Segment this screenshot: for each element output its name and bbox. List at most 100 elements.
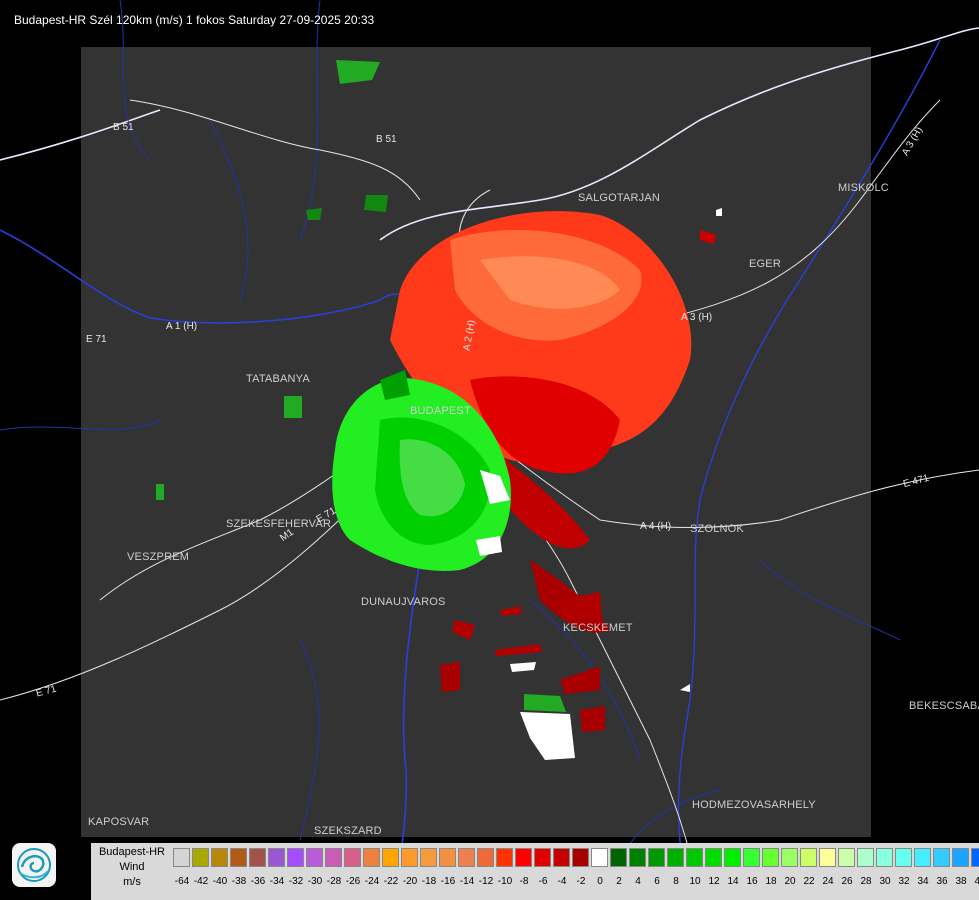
velocity-legend: Budapest-HR Wind m/s -64 -42 -40 -38 -36 -34-… [91, 843, 979, 900]
city-label: SALGOTARJAN [578, 192, 661, 204]
legend-tick-label: -26 [345, 876, 361, 887]
legend-swatch [572, 848, 589, 867]
legend-swatch [591, 848, 608, 867]
legend-tick-label: -8 [519, 876, 529, 887]
legend-swatch [686, 848, 703, 867]
legend-tick-label: 40 [974, 876, 979, 887]
legend-swatch [648, 848, 665, 867]
legend-swatch [667, 848, 684, 867]
city-label: SZEKESFEHERVAR [226, 518, 332, 530]
legend-swatch [420, 848, 437, 867]
legend-tick-label: 2 [616, 876, 622, 887]
legend-tick-label: 18 [765, 876, 777, 887]
city-label: HODMEZOVASARHELY [692, 799, 816, 811]
legend-tick-label: -28 [326, 876, 342, 887]
legend-tick-label: -36 [250, 876, 266, 887]
legend-tick-label: -22 [383, 876, 399, 887]
legend-swatch [249, 848, 266, 867]
legend-unit: m/s [123, 876, 141, 888]
road-label: A 1 (H) [166, 321, 198, 332]
legend-tick-label: 6 [654, 876, 660, 887]
legend-tick-label: 28 [860, 876, 872, 887]
legend-tick-label: -38 [231, 876, 247, 887]
legend-swatch [173, 848, 190, 867]
road-label: B 51 [376, 134, 397, 145]
swirl-icon [17, 848, 51, 882]
legend-tick-label: -18 [421, 876, 437, 887]
legend-tick-label: 26 [841, 876, 853, 887]
legend-swatch [192, 848, 209, 867]
legend-tick-label: 34 [917, 876, 929, 887]
legend-tick-label: 8 [673, 876, 679, 887]
legend-tick-label: -24 [364, 876, 380, 887]
legend-swatch [477, 848, 494, 867]
legend-swatch [762, 848, 779, 867]
legend-swatch [287, 848, 304, 867]
city-label: VESZPREM [127, 551, 190, 563]
legend-swatch [458, 848, 475, 867]
legend-tick-label: 24 [822, 876, 834, 887]
legend-tick-label: -10 [497, 876, 513, 887]
legend-swatch [705, 848, 722, 867]
legend-swatch [306, 848, 323, 867]
legend-swatch [382, 848, 399, 867]
legend-swatch [876, 848, 893, 867]
legend-swatch [933, 848, 950, 867]
legend-tick-label: 22 [803, 876, 815, 887]
legend-swatch [895, 848, 912, 867]
legend-tick-label: 38 [955, 876, 967, 887]
legend-swatch [724, 848, 741, 867]
city-label: KAPOSVAR [88, 816, 150, 828]
legend-swatch [800, 848, 817, 867]
legend-swatch [553, 848, 570, 867]
city-label: TATABANYA [246, 373, 310, 385]
legend-tick-label: 12 [708, 876, 720, 887]
city-label: EGER [749, 258, 781, 270]
met-service-logo [12, 843, 56, 887]
legend-title: Budapest-HR Wind m/s [91, 845, 173, 890]
legend-tick-label: 16 [746, 876, 758, 887]
legend-swatch [819, 848, 836, 867]
legend-tick-label: 4 [635, 876, 641, 887]
legend-tick-label: 10 [689, 876, 701, 887]
legend-tick-label: 30 [879, 876, 891, 887]
legend-tick-label: -2 [576, 876, 586, 887]
road-label: A 3 (H) [681, 312, 713, 323]
legend-swatch [914, 848, 931, 867]
legend-swatches [173, 848, 979, 867]
legend-quantity: Wind [119, 861, 145, 873]
legend-swatch [496, 848, 513, 867]
legend-tick-label: -16 [440, 876, 456, 887]
legend-tick-label: -6 [538, 876, 548, 887]
legend-swatch [439, 848, 456, 867]
city-label: KECSKEMET [563, 622, 633, 634]
legend-swatch [952, 848, 969, 867]
legend-swatch [515, 848, 532, 867]
legend-swatch [534, 848, 551, 867]
road-label: B 51 [113, 122, 134, 133]
legend-tick-label: -4 [557, 876, 567, 887]
legend-tick-label: -32 [288, 876, 304, 887]
legend-tick-label: 20 [784, 876, 796, 887]
legend-swatch [743, 848, 760, 867]
legend-tick-label: 14 [727, 876, 739, 887]
legend-tick-label: -42 [193, 876, 209, 887]
legend-swatch [401, 848, 418, 867]
legend-tick-label: -34 [269, 876, 285, 887]
legend-tick-label: -30 [307, 876, 323, 887]
radar-title: Budapest-HR Szél 120km (m/s) 1 fokos Sat… [14, 13, 375, 27]
legend-tick-label: -12 [478, 876, 494, 887]
legend-swatch [211, 848, 228, 867]
legend-tick-label: -20 [402, 876, 418, 887]
legend-tick-label: -64 [174, 876, 190, 887]
legend-tick-label: 36 [936, 876, 948, 887]
legend-swatch [781, 848, 798, 867]
radar-map [0, 0, 979, 900]
legend-swatch [344, 848, 361, 867]
legend-tick-label: 32 [898, 876, 910, 887]
legend-swatch [838, 848, 855, 867]
legend-swatch [325, 848, 342, 867]
legend-swatch [268, 848, 285, 867]
city-label: BUDAPEST [410, 405, 471, 417]
city-label: SZEKSZARD [314, 825, 382, 837]
